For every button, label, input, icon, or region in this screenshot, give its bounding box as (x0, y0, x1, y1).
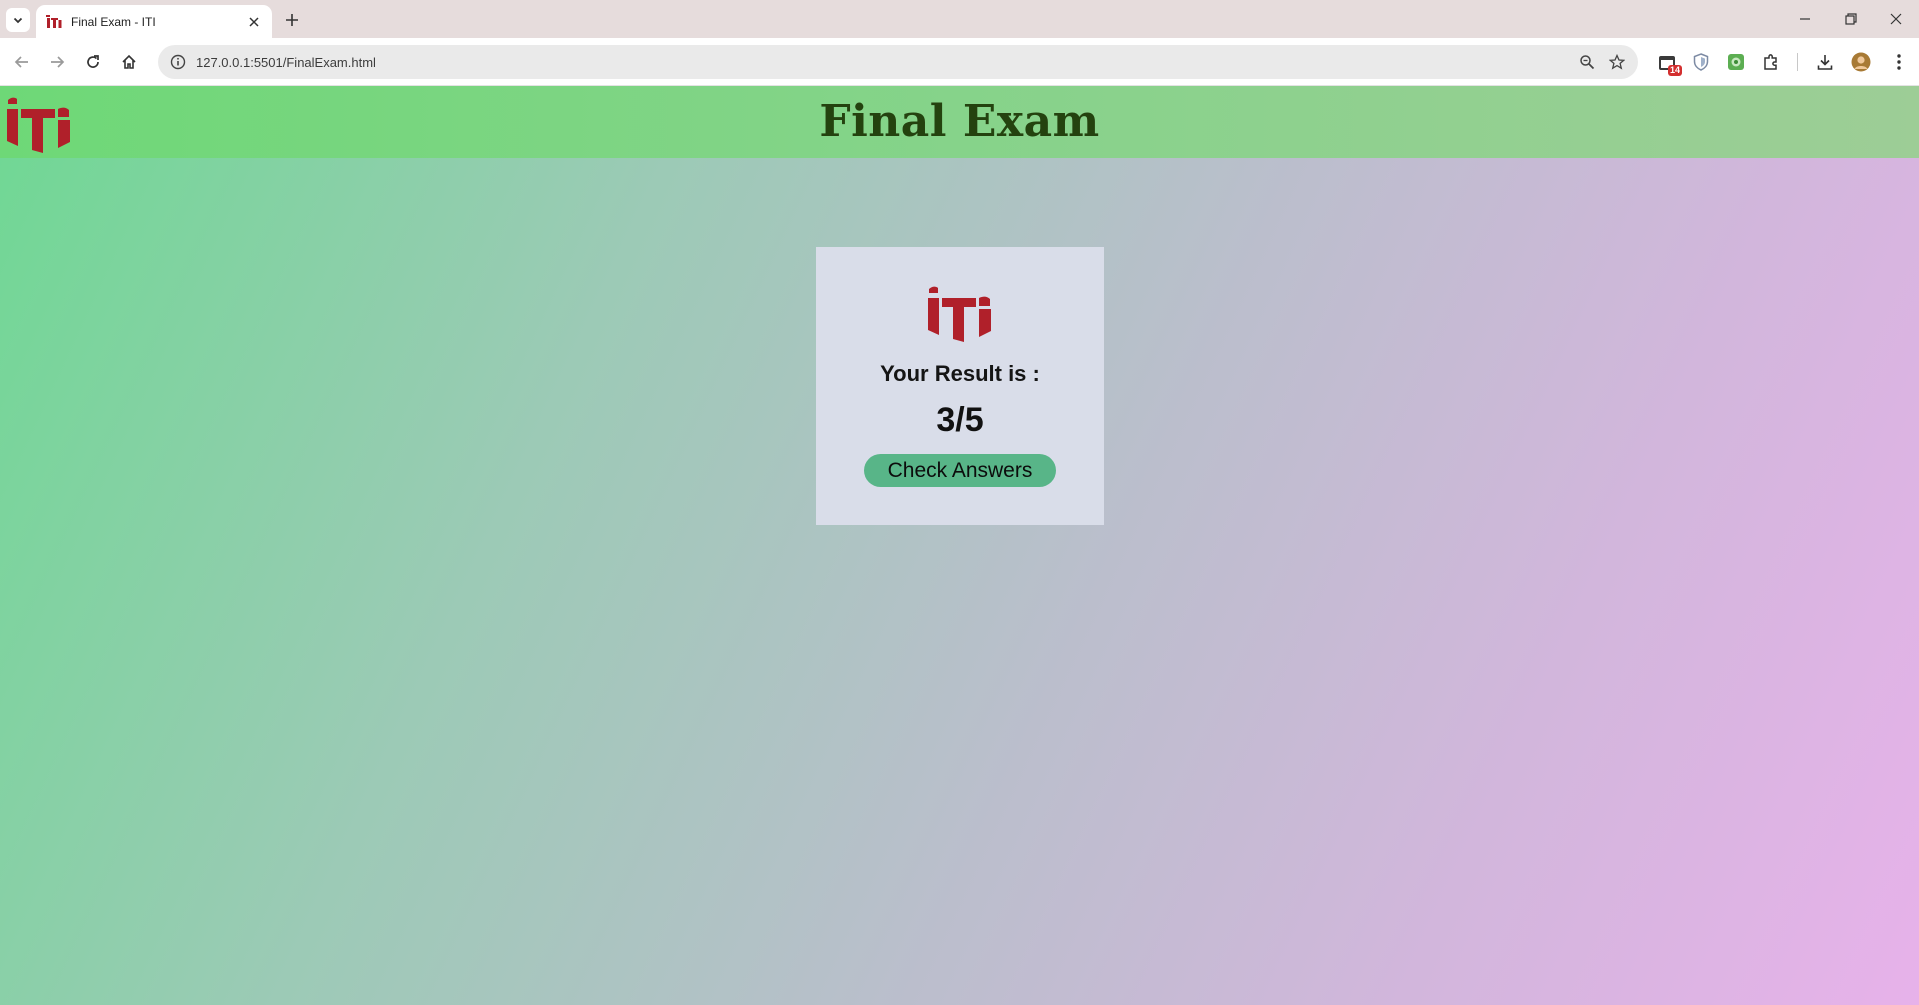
check-answers-button[interactable]: Check Answers (864, 454, 1056, 487)
toolbar-separator (1797, 53, 1798, 71)
back-button[interactable] (6, 46, 38, 78)
tab-search-button[interactable] (6, 8, 30, 32)
shield-icon (1693, 53, 1709, 71)
result-card: Your Result is : 3/5 Check Answers (816, 247, 1104, 525)
minimize-icon (1800, 18, 1810, 20)
new-tab-button[interactable] (280, 8, 304, 32)
reload-icon (87, 55, 99, 68)
address-bar[interactable]: 127.0.0.1:5501/FinalExam.html (158, 45, 1638, 79)
tab-close-button[interactable] (244, 12, 264, 32)
restore-button[interactable] (1828, 0, 1874, 38)
downloads-button[interactable] (1812, 49, 1838, 75)
download-icon (1817, 55, 1833, 70)
extension-app-icon (1728, 54, 1744, 70)
page-header: Final Exam (0, 86, 1919, 158)
close-icon (249, 16, 259, 27)
minimize-button[interactable] (1782, 0, 1828, 38)
forward-button[interactable] (41, 46, 73, 78)
extensions-menu-button[interactable] (1758, 49, 1784, 75)
iti-logo (928, 286, 991, 342)
chevron-down-icon (13, 17, 23, 24)
home-button[interactable] (113, 46, 145, 78)
avatar-icon (1851, 52, 1871, 72)
arrow-left-icon (14, 56, 28, 68)
window-close-button[interactable] (1873, 0, 1919, 38)
close-icon (1890, 13, 1902, 25)
arrow-right-icon (51, 56, 65, 68)
page-title: Final Exam (819, 96, 1100, 147)
kebab-menu-icon (1897, 54, 1901, 70)
browser-toolbar: 127.0.0.1:5501/FinalExam.html 14 (0, 38, 1919, 86)
extension-badge: 14 (1667, 65, 1682, 76)
tab-title: Final Exam - ITI (71, 14, 156, 29)
extension-calendar-button[interactable]: 14 (1654, 49, 1682, 76)
result-label: Your Result is : (880, 361, 1040, 386)
browser-tab-active[interactable]: Final Exam - ITI (36, 5, 272, 38)
extension-green-button[interactable] (1723, 49, 1749, 75)
browser-tabstrip: Final Exam - ITI (0, 0, 1919, 38)
url-text[interactable]: 127.0.0.1:5501/FinalExam.html (196, 55, 1572, 70)
extension-shield-button[interactable] (1688, 49, 1714, 75)
profile-avatar[interactable] (1848, 49, 1874, 75)
puzzle-piece-icon (1764, 54, 1777, 70)
reload-button[interactable] (77, 46, 109, 78)
home-icon (122, 54, 136, 69)
site-info-icon[interactable] (168, 52, 188, 72)
score-value: 3/5 (936, 401, 984, 439)
iti-logo-icon (46, 14, 62, 28)
restore-icon (1845, 13, 1857, 25)
browser-menu-button[interactable] (1886, 49, 1912, 75)
plus-icon (286, 14, 298, 26)
bookmark-star-icon[interactable] (1602, 47, 1632, 77)
zoom-icon[interactable] (1572, 47, 1602, 77)
page-body: Final Exam Your Result is : 3/5 Check An… (0, 86, 1919, 1005)
